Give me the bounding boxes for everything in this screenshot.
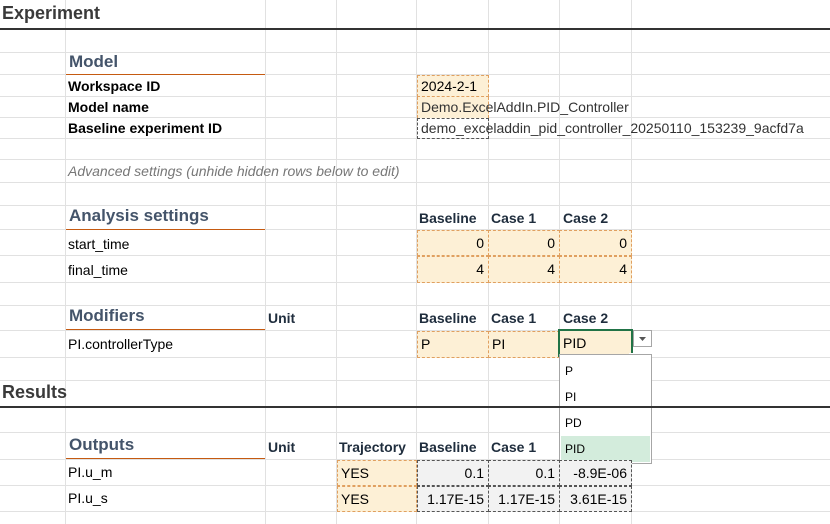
- output-u-s-case2-cell[interactable]: 3.61E-15: [559, 486, 632, 512]
- output-u-s-trajectory-cell[interactable]: YES: [337, 486, 417, 512]
- output-u-s-baseline-cell[interactable]: 1.17E-15: [417, 486, 489, 512]
- analysis-col-baseline: Baseline: [419, 210, 477, 226]
- outputs-col-baseline: Baseline: [419, 439, 477, 455]
- modifiers-col-baseline: Baseline: [419, 310, 477, 326]
- model-name-label: Model name: [68, 99, 149, 115]
- dropdown-option-p[interactable]: P: [561, 358, 650, 384]
- output-u-m-label: PI.u_m: [68, 464, 113, 480]
- controller-type-label: PI.controllerType: [68, 336, 174, 352]
- analysis-header-underline: [66, 229, 265, 230]
- output-u-m-case2-cell[interactable]: -8.9E-06: [559, 460, 632, 486]
- start-time-case1-cell[interactable]: 0: [488, 230, 560, 256]
- final-time-label: final_time: [68, 262, 128, 278]
- modifiers-unit-header: Unit: [268, 310, 296, 326]
- dropdown-option-pid[interactable]: PID: [561, 436, 650, 462]
- outputs-unit-header: Unit: [268, 439, 296, 455]
- output-u-m-case1-cell[interactable]: 0.1: [488, 460, 560, 486]
- dropdown-list: P PI PD PID: [559, 354, 652, 464]
- analysis-col-case1: Case 1: [491, 210, 537, 226]
- dropdown-option-pd[interactable]: PD: [561, 410, 650, 436]
- outputs-header-underline: [66, 458, 265, 459]
- start-time-baseline-cell[interactable]: 0: [417, 230, 489, 256]
- results-section-divider: [0, 406, 830, 408]
- final-time-case1-cell[interactable]: 4: [488, 256, 560, 283]
- analysis-settings-header: Analysis settings: [69, 206, 209, 225]
- analysis-col-case2: Case 2: [563, 210, 609, 226]
- final-time-baseline-cell[interactable]: 4: [417, 256, 489, 283]
- modifiers-header: Modifiers: [69, 306, 145, 325]
- model-name-cell[interactable]: Demo.ExcelAddIn.PID_Controller: [417, 97, 629, 118]
- baseline-experiment-cell[interactable]: demo_exceladdin_pid_controller_20250110_…: [417, 118, 804, 139]
- model-header-underline: [66, 74, 265, 75]
- results-section-title: Results: [2, 382, 68, 402]
- controller-type-baseline-cell[interactable]: P: [417, 331, 489, 358]
- controller-type-case1-cell[interactable]: PI: [488, 331, 560, 358]
- experiment-section-title: Experiment: [2, 3, 101, 23]
- outputs-trajectory-header: Trajectory: [339, 439, 406, 455]
- start-time-case2-cell[interactable]: 0: [559, 230, 632, 256]
- outputs-col-case1: Case 1: [491, 439, 537, 455]
- modifiers-col-case1: Case 1: [491, 310, 537, 326]
- model-header: Model: [69, 52, 119, 71]
- dropdown-button[interactable]: [633, 330, 652, 347]
- baseline-experiment-label: Baseline experiment ID: [68, 120, 223, 136]
- output-u-m-baseline-cell[interactable]: 0.1: [417, 460, 489, 486]
- workspace-id-label: Workspace ID: [68, 78, 161, 94]
- modifiers-col-case2: Case 2: [563, 310, 609, 326]
- start-time-label: start_time: [68, 236, 130, 252]
- output-u-s-label: PI.u_s: [68, 490, 108, 506]
- modifiers-header-underline: [66, 329, 265, 330]
- workspace-id-cell[interactable]: 2024-2-1: [417, 75, 489, 97]
- output-u-m-trajectory-cell[interactable]: YES: [337, 460, 417, 486]
- chevron-down-icon: [639, 337, 646, 341]
- advanced-settings-note: Advanced settings (unhide hidden rows be…: [68, 163, 400, 179]
- outputs-header: Outputs: [69, 435, 135, 454]
- experiment-section-divider: [0, 28, 830, 30]
- controller-type-case2-cell[interactable]: PID: [558, 329, 633, 357]
- output-u-s-case1-cell[interactable]: 1.17E-15: [488, 486, 560, 512]
- final-time-case2-cell[interactable]: 4: [559, 256, 632, 283]
